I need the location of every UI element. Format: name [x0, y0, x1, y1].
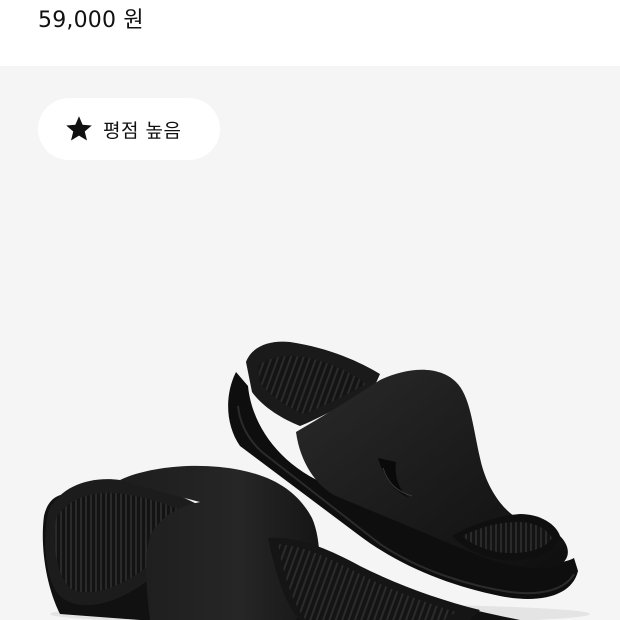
- product-card[interactable]: 59,000 원 평점 높음: [0, 0, 620, 620]
- product-image-area[interactable]: 평점 높음: [0, 66, 620, 620]
- price-header: 59,000 원: [0, 0, 620, 66]
- rating-badge-label: 평점 높음: [103, 119, 182, 142]
- star-icon: [66, 116, 92, 141]
- rating-badge[interactable]: 평점 높음: [38, 98, 220, 160]
- product-price: 59,000 원: [38, 8, 144, 33]
